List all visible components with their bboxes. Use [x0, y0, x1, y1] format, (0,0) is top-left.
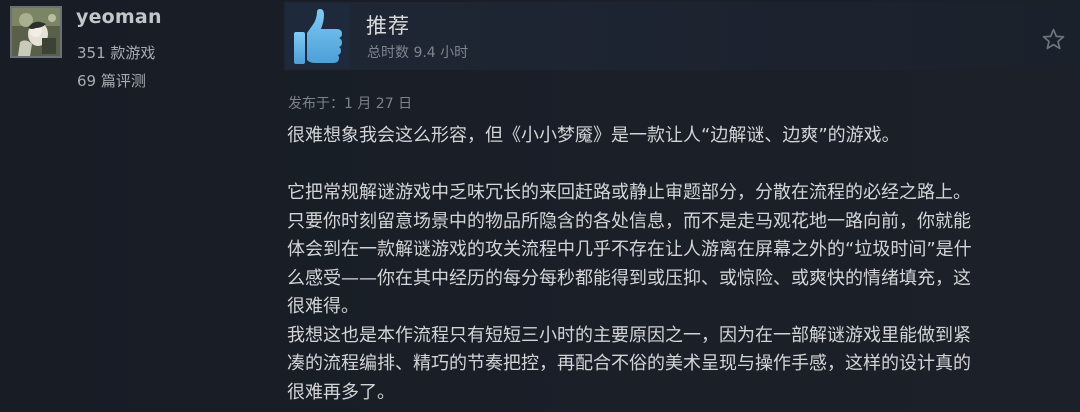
star-icon[interactable]	[1041, 27, 1066, 52]
verdict-title[interactable]: 推荐	[366, 10, 410, 40]
author-review-count[interactable]: 69 篇评测	[77, 70, 146, 91]
author-name[interactable]: yeoman	[76, 6, 162, 28]
review-paragraph: 很难想象我会这么形容，但《小小梦魇》是一款让人“边解谜、边爽”的游戏。	[287, 125, 900, 146]
author-games-owned[interactable]: 351 款游戏	[77, 42, 155, 63]
thumbs-up-icon	[294, 9, 342, 64]
verdict-thumb	[286, 4, 350, 68]
review-paragraph: 我想这也是本作流程只有短短三小时的主要原因之一，因为在一部解谜游戏里能做到紧 凑…	[287, 324, 971, 403]
review-card: yeoman 351 款游戏 69 篇评测 推荐 总时数 9.4 小时 发布于：…	[0, 0, 1080, 412]
review-body: 很难想象我会这么形容，但《小小梦魇》是一款让人“边解谜、边爽”的游戏。 它把常规…	[287, 122, 1077, 407]
review-paragraph: 它把常规解谜游戏中乏味冗长的来回赶路或静止审题部分，分散在流程的必经之路上。 只…	[287, 182, 972, 317]
user-avatar-icon	[12, 8, 60, 56]
author-avatar[interactable]	[10, 6, 62, 58]
posted-date: 发布于：1 月 27 日	[288, 96, 413, 112]
playtime-hours: 总时数 9.4 小时	[367, 45, 469, 61]
